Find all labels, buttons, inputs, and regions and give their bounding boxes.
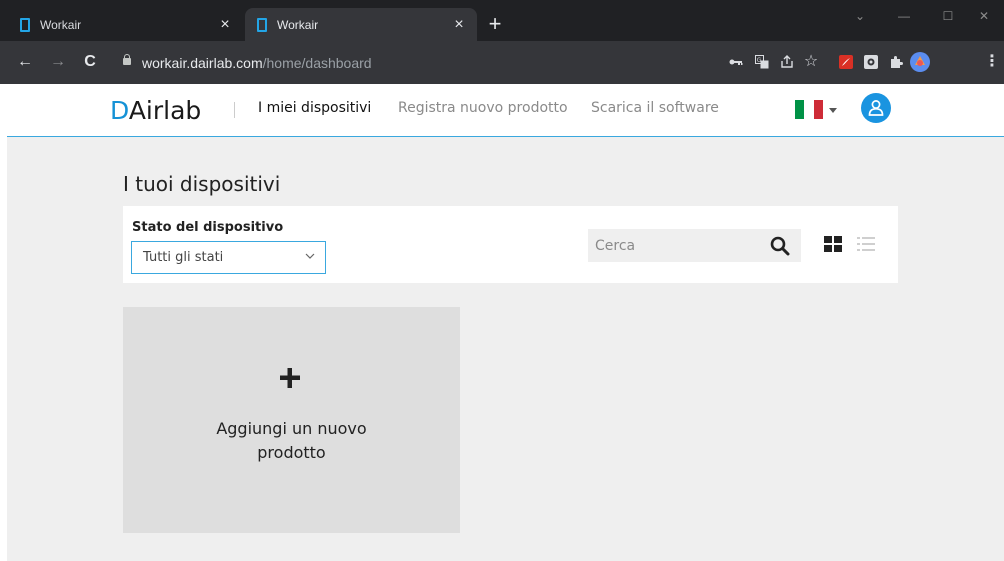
tab-title: Workair xyxy=(40,17,82,32)
filter-bar: Stato del dispositivo Tutti gli stati xyxy=(123,206,898,283)
device-status-label: Stato del dispositivo xyxy=(132,220,284,235)
minimize-icon[interactable]: — xyxy=(884,0,924,32)
back-icon[interactable]: ← xyxy=(14,51,36,73)
page-viewport: DAirlab I miei dispositivi Registra nuov… xyxy=(7,84,1004,561)
tab-close-icon[interactable]: × xyxy=(451,16,467,33)
flag-stripe-white xyxy=(804,100,814,119)
window-close-icon[interactable]: ✕ xyxy=(964,0,1004,32)
url-text[interactable]: workair.dairlab.com/home/dashboard xyxy=(142,55,372,71)
add-product-label: Aggiungi un nuovo prodotto xyxy=(123,417,460,465)
forward-icon[interactable]: → xyxy=(47,51,69,73)
add-product-label-line1: Aggiungi un nuovo xyxy=(216,419,367,438)
add-product-label-line2: prodotto xyxy=(257,443,326,462)
maximize-icon[interactable]: ☐ xyxy=(928,0,968,32)
device-status-value: Tutti gli stati xyxy=(143,250,224,265)
flag-stripe-red xyxy=(813,100,823,119)
workair-favicon-icon xyxy=(257,17,267,32)
profile-avatar-icon[interactable] xyxy=(910,51,930,73)
lock-icon[interactable] xyxy=(123,54,131,65)
add-product-card[interactable]: Aggiungi un nuovo prodotto xyxy=(123,307,460,533)
italian-flag-icon[interactable] xyxy=(795,100,823,119)
chevron-down-icon xyxy=(305,250,315,262)
nav-download-software[interactable]: Scarica il software xyxy=(591,100,719,116)
flag-stripe-green xyxy=(795,100,805,119)
browser-tab-1[interactable]: Workair × xyxy=(8,8,243,41)
workair-favicon-icon xyxy=(20,17,30,32)
page-title: I tuoi dispositivi xyxy=(123,172,281,196)
tab-search-icon[interactable]: ⌄ xyxy=(840,0,880,32)
tab-close-icon[interactable]: × xyxy=(217,16,233,33)
search-box xyxy=(588,229,801,262)
menu-icon[interactable]: ⋮ xyxy=(982,51,1002,73)
tab-title: Workair xyxy=(277,17,319,32)
dairlab-logo[interactable]: DAirlab xyxy=(110,96,201,125)
plus-icon xyxy=(275,363,305,393)
key-icon[interactable] xyxy=(726,51,746,73)
browser-toolbar: ← → C workair.dairlab.com/home/dashboard… xyxy=(0,41,1004,84)
grid-view-icon[interactable] xyxy=(823,235,843,253)
logo-separator xyxy=(234,102,235,118)
svg-text:G: G xyxy=(757,57,762,64)
search-icon[interactable] xyxy=(768,234,792,258)
translate-icon[interactable]: G xyxy=(752,51,772,73)
bookmark-star-icon[interactable]: ☆ xyxy=(801,51,821,73)
extension-icon[interactable] xyxy=(861,51,881,73)
user-account-icon[interactable] xyxy=(861,93,891,123)
list-view-icon[interactable] xyxy=(856,235,876,253)
puzzle-extensions-icon[interactable] xyxy=(886,51,906,73)
search-input[interactable] xyxy=(588,229,763,262)
browser-tab-2[interactable]: Workair × xyxy=(245,8,477,41)
site-header: DAirlab I miei dispositivi Registra nuov… xyxy=(7,84,1004,137)
language-caret-icon[interactable] xyxy=(829,108,837,113)
pdf-extension-icon[interactable] xyxy=(836,51,856,73)
reload-icon[interactable]: C xyxy=(79,51,101,73)
nav-register-product[interactable]: Registra nuovo prodotto xyxy=(398,100,568,116)
device-status-select[interactable]: Tutti gli stati xyxy=(131,241,326,274)
nav-my-devices[interactable]: I miei dispositivi xyxy=(258,100,371,116)
new-tab-icon[interactable]: + xyxy=(482,12,508,38)
share-icon[interactable] xyxy=(777,51,797,73)
browser-tab-bar: Workair × Workair × + ⌄ — ☐ ✕ xyxy=(0,0,1004,41)
